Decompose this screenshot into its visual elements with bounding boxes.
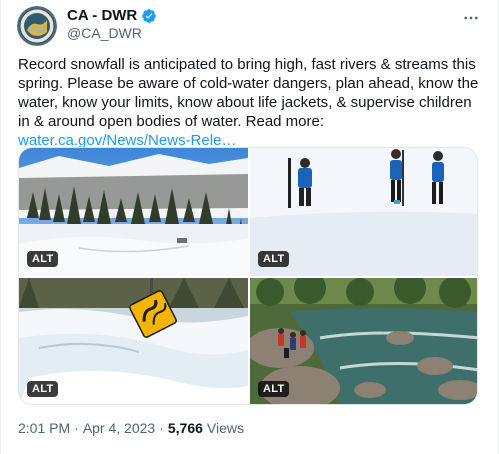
tweet-card: CA - DWR @CA_DWR Record snowfall is anti…	[0, 0, 499, 454]
tweet-time[interactable]: 2:01 PM	[18, 420, 70, 436]
meta-separator: ·	[159, 420, 164, 436]
media-photo-curve-sign[interactable]: ALT	[19, 278, 248, 404]
tweet-text: Record snowfall is anticipated to bring …	[18, 55, 483, 150]
author-name-row: CA - DWR	[67, 7, 157, 24]
alt-badge[interactable]: ALT	[27, 381, 59, 397]
author-handle[interactable]: @CA_DWR	[67, 25, 142, 41]
media-grid: ALT ALT ALT ALT	[18, 147, 478, 405]
views-label: Views	[206, 420, 245, 436]
avatar[interactable]	[17, 6, 57, 46]
more-options-icon[interactable]	[462, 9, 480, 27]
meta-separator: ·	[74, 420, 79, 436]
alt-badge[interactable]: ALT	[27, 251, 59, 267]
tweet-body: Record snowfall is anticipated to bring …	[18, 56, 479, 130]
tweet-date[interactable]: Apr 4, 2023	[83, 420, 155, 436]
media-photo-river[interactable]: ALT	[250, 278, 477, 404]
tweet-meta: 2:01 PM · Apr 4, 2023 · 5,766 Views	[18, 420, 244, 436]
media-photo-snowy-forest[interactable]: ALT	[19, 148, 248, 276]
author-display-name[interactable]: CA - DWR	[67, 7, 137, 24]
dwr-seal-logo-icon	[17, 6, 57, 46]
alt-badge[interactable]: ALT	[258, 381, 290, 397]
media-photo-snow-survey[interactable]: ALT	[250, 148, 477, 276]
views-count: 5,766	[167, 420, 203, 436]
alt-badge[interactable]: ALT	[258, 251, 290, 267]
verified-badge-icon[interactable]	[141, 8, 157, 24]
